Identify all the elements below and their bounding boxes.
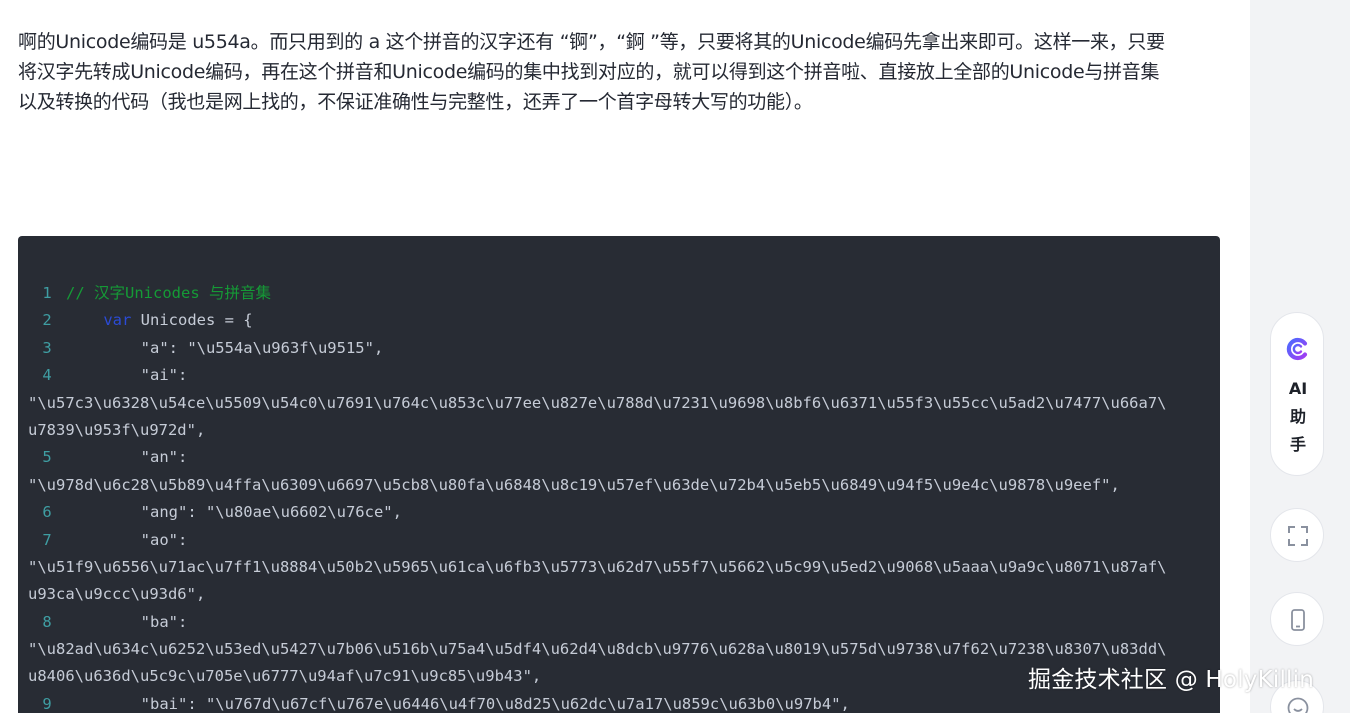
code-token-keyword: var <box>103 311 132 330</box>
code-line: 1 // 汉字Unicodes 与拼音集 <box>28 280 1166 307</box>
code-token-plain: "a": "\u554a\u963f\u9515", <box>66 338 384 357</box>
code-line: 5 "an": <box>28 444 1166 471</box>
code-token-plain: "ang": "\u80ae\u6602\u76ce", <box>66 503 402 522</box>
line-number: 9 <box>42 694 52 713</box>
line-number: 6 <box>42 503 52 522</box>
code-line: "\u57c3\u6328\u54ce\u5509\u54c0\u7691\u7… <box>28 390 1166 417</box>
paragraph-line: 以及转换的代码（我也是网上找的，不保证准确性与完整性，还弄了一个首字母转大写的功… <box>18 91 813 113</box>
code-line: 6 "ang": "\u80ae\u6602\u76ce", <box>28 499 1166 526</box>
article-paragraph: 啊的Unicode编码是 u554a。而只用到的 a 这个拼音的汉字还有 “锕”… <box>18 27 1223 117</box>
code-token-plain: u7839\u953f\u972d", <box>28 420 206 439</box>
code-line: 4 "ai": <box>28 362 1166 389</box>
ai-label-char: AI <box>1288 379 1308 398</box>
line-number: 7 <box>42 530 52 549</box>
ai-assistant-label: AI 助手 <box>1271 375 1325 459</box>
mobile-phone-icon <box>1291 609 1305 631</box>
code-token-plain: Unicodes = { <box>131 311 253 330</box>
code-line: "\u51f9\u6556\u71ac\u7ff1\u8884\u50b2\u5… <box>28 554 1166 581</box>
code-token-plain: "an": <box>66 448 188 467</box>
code-token-plain: "\u978d\u6c28\u5b89\u4ffa\u6309\u6697\u5… <box>28 475 1120 494</box>
line-number: 4 <box>42 366 52 385</box>
code-token-plain: u93ca\u9ccc\u93d6", <box>28 585 206 604</box>
code-content: 1// 汉字Unicodes 与拼音集 2 var Unicodes = {3 "… <box>28 280 1166 713</box>
code-line: 7 "ao": <box>28 527 1166 554</box>
code-line: "\u978d\u6c28\u5b89\u4ffa\u6309\u6697\u5… <box>28 472 1166 499</box>
code-line: 3 "a": "\u554a\u963f\u9515", <box>28 335 1166 362</box>
code-token-plain: "bai": "\u767d\u67cf\u767e\u6446\u4f70\u… <box>66 694 850 713</box>
code-line: 8 "ba": <box>28 609 1166 636</box>
code-token-plain: "ao": <box>66 530 188 549</box>
page: 啊的Unicode编码是 u554a。而只用到的 a 这个拼音的汉字还有 “锕”… <box>0 0 1350 713</box>
code-token-comment: // 汉字Unicodes 与拼音集 <box>66 284 271 302</box>
code-token-plain: "\u57c3\u6328\u54ce\u5509\u54c0\u7691\u7… <box>28 393 1167 412</box>
article-content: 啊的Unicode编码是 u554a。而只用到的 a 这个拼音的汉字还有 “锕”… <box>0 0 1250 713</box>
line-number: 2 <box>42 311 52 330</box>
code-token-plain: "\u82ad\u634c\u6252\u53ed\u5427\u7b06\u5… <box>28 640 1167 659</box>
juejin-ai-logo-icon <box>1286 337 1308 361</box>
code-line: 9 "bai": "\u767d\u67cf\u767e\u6446\u4f70… <box>28 691 1166 713</box>
paragraph-line: 将汉字先转成Unicode编码，再在这个拼音和Unicode编码的集中找到对应的… <box>18 61 1160 83</box>
line-number: 3 <box>42 338 52 357</box>
code-line: "\u82ad\u634c\u6252\u53ed\u5427\u7b06\u5… <box>28 636 1166 663</box>
ai-label-char: 手 <box>1289 435 1306 454</box>
fullscreen-icon <box>1288 526 1308 546</box>
ai-assistant-button[interactable]: AI 助手 <box>1270 312 1324 476</box>
smile-icon <box>1287 697 1309 713</box>
code-line: 2 var Unicodes = { <box>28 307 1166 334</box>
code-token-plain: u8406\u636d\u5c9c\u705e\u6777\u94af\u7c9… <box>28 667 542 686</box>
code-token-plain: "\u51f9\u6556\u71ac\u7ff1\u8884\u50b2\u5… <box>28 557 1167 576</box>
code-block[interactable]: 1// 汉字Unicodes 与拼音集 2 var Unicodes = {3 "… <box>18 236 1220 713</box>
code-line: u8406\u636d\u5c9c\u705e\u6777\u94af\u7c9… <box>28 663 1166 690</box>
code-token-plain: "ai": <box>66 366 188 385</box>
line-number: 8 <box>42 612 52 631</box>
line-number: 5 <box>42 448 52 467</box>
fullscreen-button[interactable] <box>1270 508 1324 562</box>
code-line: u93ca\u9ccc\u93d6", <box>28 581 1166 608</box>
ai-label-char: 助 <box>1289 407 1306 426</box>
mobile-view-button[interactable] <box>1270 592 1324 646</box>
code-line: u7839\u953f\u972d", <box>28 417 1166 444</box>
watermark: 掘金技术社区 @ HolyKillin <box>1028 667 1315 693</box>
line-number: 1 <box>42 284 52 302</box>
code-token-plain: "ba": <box>66 612 188 631</box>
paragraph-line: 啊的Unicode编码是 u554a。而只用到的 a 这个拼音的汉字还有 “锕”… <box>18 31 1165 53</box>
